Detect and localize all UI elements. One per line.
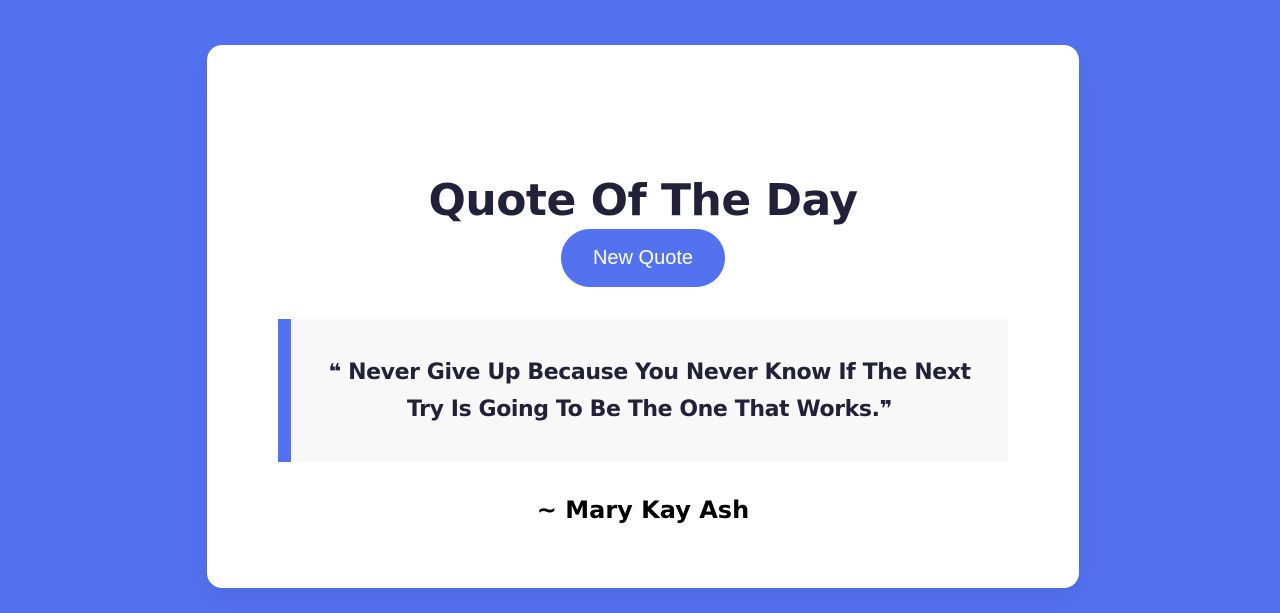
quote-text: ❝ Never Give Up Because You Never Know I… [328, 359, 971, 422]
new-quote-button[interactable]: New Quote [561, 229, 725, 287]
quote-box: ❝ Never Give Up Because You Never Know I… [278, 319, 1008, 462]
quote-card: Quote Of The Day New Quote ❝ Never Give … [207, 45, 1079, 588]
page-title: Quote Of The Day [428, 175, 858, 226]
page-background: { "card": { "title": "Quote Of The Day",… [0, 0, 1280, 613]
quote-author: ~ Mary Kay Ash [536, 496, 750, 524]
